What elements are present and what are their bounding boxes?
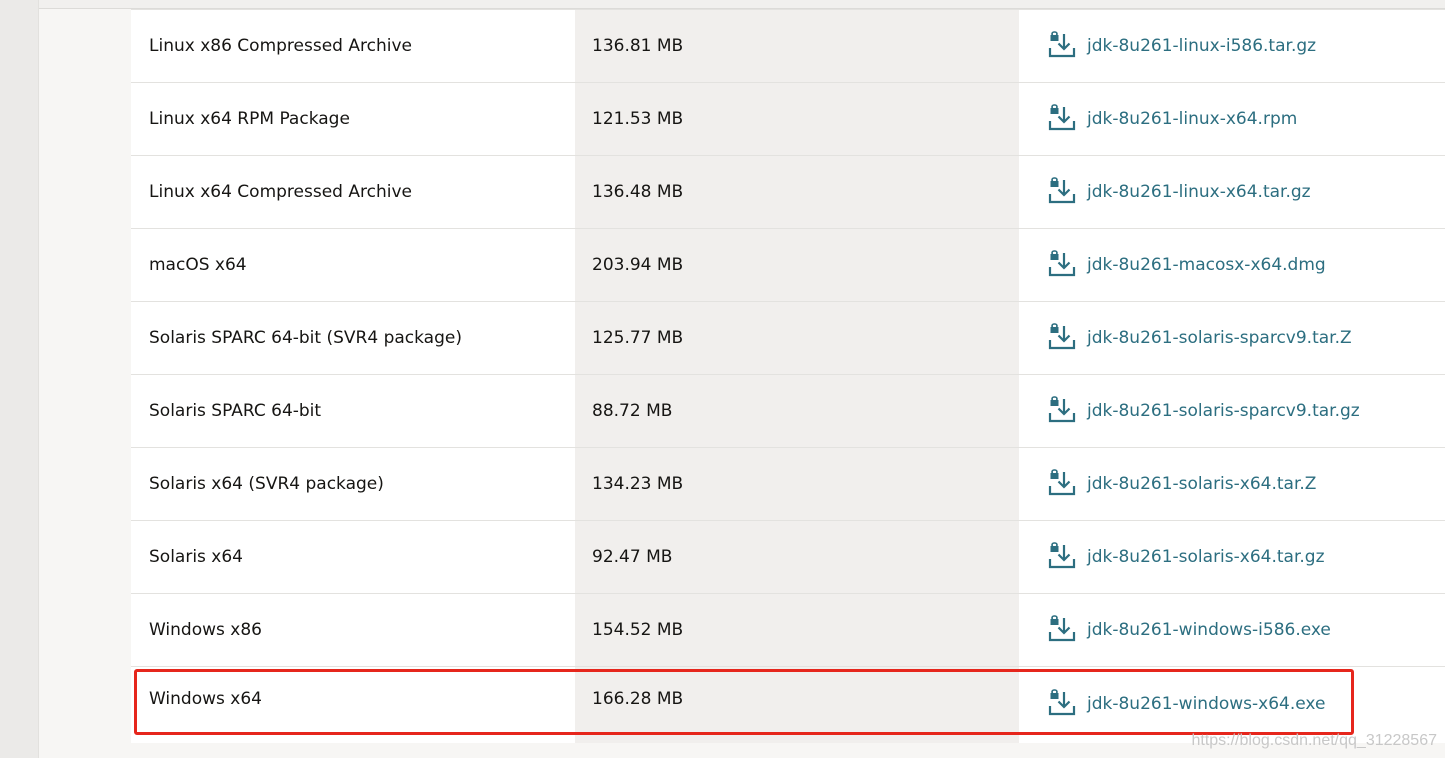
download-filename[interactable]: jdk-8u261-solaris-sparcv9.tar.gz (1087, 401, 1360, 421)
watermark-text: https://blog.csdn.net/qq_31228567 (1191, 732, 1437, 749)
download-filename[interactable]: jdk-8u261-windows-i586.exe (1087, 620, 1331, 640)
download-link[interactable]: jdk-8u261-solaris-sparcv9.tar.Z (1047, 323, 1352, 353)
download-link[interactable]: jdk-8u261-windows-x64.exe (1047, 689, 1325, 719)
download-link[interactable]: jdk-8u261-macosx-x64.dmg (1047, 250, 1326, 280)
file-size-cell: 166.28 MB (575, 667, 1019, 743)
product-cell: Windows x64 (131, 667, 575, 743)
download-filename[interactable]: jdk-8u261-linux-i586.tar.gz (1087, 36, 1316, 56)
table-row: Linux x64 Compressed Archive 136.48 MB j… (131, 156, 1445, 229)
download-cell: jdk-8u261-macosx-x64.dmg (1019, 229, 1445, 301)
table-row: Solaris x64 (SVR4 package) 134.23 MB jdk… (131, 448, 1445, 521)
download-link[interactable]: jdk-8u261-linux-x64.tar.gz (1047, 177, 1311, 207)
download-filename[interactable]: jdk-8u261-windows-x64.exe (1087, 694, 1325, 714)
download-link[interactable]: jdk-8u261-solaris-x64.tar.gz (1047, 542, 1325, 572)
download-lock-icon (1048, 177, 1076, 204)
download-link[interactable]: jdk-8u261-windows-i586.exe (1047, 615, 1331, 645)
product-cell: Solaris x64 (SVR4 package) (131, 448, 575, 520)
file-size-cell: 134.23 MB (575, 448, 1019, 520)
download-lock-icon (1048, 104, 1076, 131)
table-row: Linux x64 RPM Package 121.53 MB jdk-8u26… (131, 83, 1445, 156)
file-size-cell: 121.53 MB (575, 83, 1019, 155)
product-cell: Solaris x64 (131, 521, 575, 593)
download-lock-icon (1048, 615, 1076, 642)
download-cell: jdk-8u261-solaris-sparcv9.tar.gz (1019, 375, 1445, 447)
download-filename[interactable]: jdk-8u261-linux-x64.tar.gz (1087, 182, 1311, 202)
table-row: Solaris x64 92.47 MB jdk-8u261-solaris-x… (131, 521, 1445, 594)
download-link[interactable]: jdk-8u261-solaris-x64.tar.Z (1047, 469, 1316, 499)
download-link[interactable]: jdk-8u261-linux-x64.rpm (1047, 104, 1297, 134)
browser-top-edge (0, 0, 1445, 9)
file-size-cell: 92.47 MB (575, 521, 1019, 593)
download-lock-icon (1048, 396, 1076, 423)
file-size-cell: 136.48 MB (575, 156, 1019, 228)
download-link[interactable]: jdk-8u261-linux-i586.tar.gz (1047, 31, 1316, 61)
download-filename[interactable]: jdk-8u261-macosx-x64.dmg (1087, 255, 1326, 275)
file-size-cell: 125.77 MB (575, 302, 1019, 374)
product-cell: Solaris SPARC 64-bit (SVR4 package) (131, 302, 575, 374)
table-row: macOS x64 203.94 MB jdk-8u261-macosx-x64… (131, 229, 1445, 302)
table-row: Solaris SPARC 64-bit 88.72 MB jdk-8u261-… (131, 375, 1445, 448)
product-cell: Windows x86 (131, 594, 575, 666)
download-cell: jdk-8u261-linux-i586.tar.gz (1019, 10, 1445, 82)
download-cell: jdk-8u261-linux-x64.rpm (1019, 83, 1445, 155)
download-filename[interactable]: jdk-8u261-solaris-sparcv9.tar.Z (1087, 328, 1352, 348)
file-size-cell: 88.72 MB (575, 375, 1019, 447)
download-lock-icon (1048, 469, 1076, 496)
download-cell: jdk-8u261-windows-i586.exe (1019, 594, 1445, 666)
download-lock-icon (1048, 31, 1076, 58)
table-row: Linux x86 Compressed Archive 136.81 MB j… (131, 10, 1445, 83)
download-lock-icon (1048, 542, 1076, 569)
file-size-cell: 203.94 MB (575, 229, 1019, 301)
product-cell: Linux x64 RPM Package (131, 83, 575, 155)
download-cell: jdk-8u261-solaris-x64.tar.Z (1019, 448, 1445, 520)
download-filename[interactable]: jdk-8u261-linux-x64.rpm (1087, 109, 1297, 129)
file-size-cell: 136.81 MB (575, 10, 1019, 82)
download-link[interactable]: jdk-8u261-solaris-sparcv9.tar.gz (1047, 396, 1360, 426)
download-lock-icon (1048, 250, 1076, 277)
product-cell: Linux x64 Compressed Archive (131, 156, 575, 228)
product-cell: Solaris SPARC 64-bit (131, 375, 575, 447)
file-size-cell: 154.52 MB (575, 594, 1019, 666)
download-filename[interactable]: jdk-8u261-solaris-x64.tar.gz (1087, 547, 1325, 567)
product-cell: Linux x86 Compressed Archive (131, 10, 575, 82)
download-cell: jdk-8u261-solaris-sparcv9.tar.Z (1019, 302, 1445, 374)
download-table: Linux x86 Compressed Archive 136.81 MB j… (131, 9, 1445, 743)
table-row: Solaris SPARC 64-bit (SVR4 package) 125.… (131, 302, 1445, 375)
product-cell: macOS x64 (131, 229, 575, 301)
download-cell: jdk-8u261-solaris-x64.tar.gz (1019, 521, 1445, 593)
page-left-gutter (0, 0, 39, 758)
download-filename[interactable]: jdk-8u261-solaris-x64.tar.Z (1087, 474, 1316, 494)
download-lock-icon (1048, 689, 1076, 716)
download-lock-icon (1048, 323, 1076, 350)
table-row: Windows x86 154.52 MB jdk-8u261-windows-… (131, 594, 1445, 667)
download-cell: jdk-8u261-linux-x64.tar.gz (1019, 156, 1445, 228)
